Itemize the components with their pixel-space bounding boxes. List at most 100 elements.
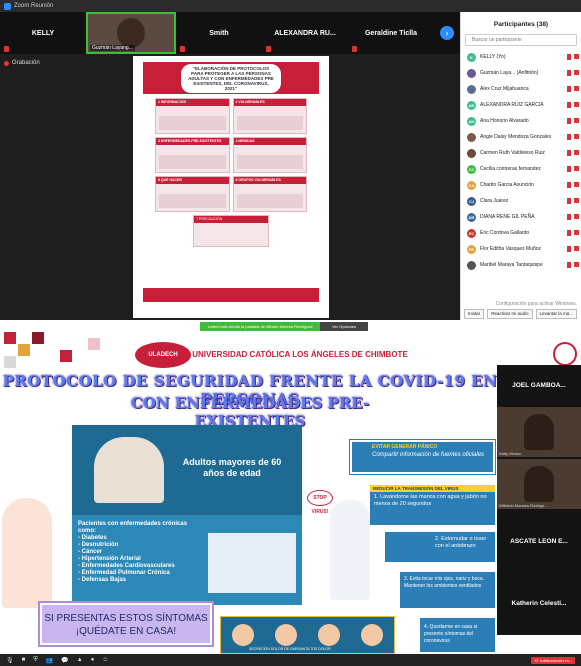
mic-muted-icon [567,214,571,220]
chat-icon[interactable]: 💬 [61,657,68,664]
older-adults-text: Adultos mayores de 60 años de edad [182,457,282,478]
participants-footer: Invitar Reactivar mi audio Levantar la m… [461,308,581,320]
participant-row[interactable]: AR ALEXANDRA RUIZ GARCIA [461,97,581,113]
participants-icon[interactable]: 👥 [46,657,53,664]
step-3-panel: 3. Evita tocar mis ojos, nariz y boca. M… [400,572,495,608]
shared-screen: ULADECH UNIVERSIDAD CATÓLICA LOS ÁNGELES… [0,320,581,666]
video-off-icon [574,150,579,155]
meeting-toolbar: 🎙 ■ ⛨ 👥 💬 ▲ ● ☺ 37 notificaciones m... [0,654,581,666]
participant-row[interactable]: CC Cecilia contreras fernandez [461,161,581,177]
video-tile[interactable]: JOEL GAMBOA... [497,365,581,405]
card-heading: 1 INFORMACIÓN [156,99,229,106]
video-tile[interactable]: Katty Mosso [497,407,581,457]
avoid-panic-heading: EVITAR GENERAR PÁNICO [372,444,438,450]
slide-title: "ELABORACIÓN DE PROTOCOLOS PARA PROTEGER… [181,63,281,93]
mic-muted-icon [567,182,571,188]
video-off-icon [574,262,579,267]
mic-icon[interactable]: 🎙 [6,657,14,664]
card-heading: 6 GRUPOS VULNERABLES [233,177,306,184]
card-heading: 2 VULNERABLES [233,99,306,106]
video-tile[interactable]: ASCATE LEON E... [497,511,581,571]
invite-button[interactable]: Invitar [464,309,485,319]
video-tile-active[interactable]: Guzmán Layang... [86,12,176,54]
video-tile[interactable]: Geraldine Ticlla [348,12,434,54]
video-off-icon [574,214,579,219]
card-image [236,155,303,169]
video-panel: JOEL GAMBOA... Katty Mosso Wilfredo Mora… [497,365,581,635]
participant-row[interactable]: Alex Cruz Mijahuanca [461,81,581,97]
participant-row[interactable]: Carmen Ruth Valdivieso Ruiz [461,145,581,161]
step-4-panel: 4. Quedarme en casa si presento síntomas… [420,618,495,652]
video-off-icon [574,102,579,107]
video-off-icon [574,182,579,187]
mic-muted-icon [4,46,9,52]
notifications-label[interactable]: 37 notificaciones m... [531,656,575,664]
camera-icon[interactable]: ■ [22,657,26,664]
participant-row[interactable]: FE Flor Editha Vasquez Muñoz [461,241,581,257]
mic-muted-icon [352,46,357,52]
video-off-icon [574,230,579,235]
slide-card: 2 VULNERABLES [232,98,307,134]
decor-square [32,332,44,344]
share-icon[interactable]: ▲ [77,657,83,664]
tile-name: Wilfredo Morales Rodrigu... [499,503,548,508]
elderly-couple-illustration [94,437,164,503]
card-image [236,116,303,130]
step-1-text: 1. Lavándome las manos con agua y jabón … [374,494,487,507]
video-tile[interactable]: Katherin Celesti... [497,573,581,633]
raise-hand-button[interactable]: Levantar la ma... [535,309,578,319]
tile-name: Guzmán Layang... [90,45,135,51]
participant-name: Guzmán Laya... (Anfitrión) [480,70,539,76]
avatar [467,132,476,142]
symptoms-line2: ¡QUÉDATE EN CASA! [75,626,177,637]
chronic-title: Pacientes con enfermedades crónicas como… [78,521,188,534]
participant-row[interactable]: DR DIANA RENE GIL PEÑA [461,209,581,225]
record-icon[interactable]: ● [91,657,95,664]
participant-name: KELLY (Yo) [480,54,506,60]
participant-name: Eric Cordova Gallardo [480,230,530,236]
chronic-item: - Diabetes [78,535,107,541]
participant-name: DIANA RENE GIL PEÑA [480,214,535,220]
video-tile[interactable]: ALEXANDRA RU... [262,12,348,54]
unmute-button[interactable]: Reactivar mi audio [487,309,533,319]
chronic-diseases-text: Pacientes con enfermedades crónicas como… [78,521,198,584]
tile-name: Katherin Celesti... [511,599,567,607]
face-icon [231,624,254,646]
reactions-icon[interactable]: ☺ [102,657,108,664]
face-icon [318,624,341,646]
chronic-item: - Desnutrición [78,542,119,548]
participant-row[interactable]: K KELLY (Yo) [461,49,581,65]
avatar: K [467,52,476,62]
avatar: EC [467,228,476,238]
participant-row[interactable]: Maribel Maraya Tantaquispe [461,257,581,273]
participant-row[interactable]: Guzmán Laya... (Anfitrión) [461,65,581,81]
participant-search-input[interactable]: Buscar un participante [465,34,577,46]
video-tile[interactable]: KELLY [0,12,86,54]
video-tile[interactable]: Wilfredo Morales Rodrigu... [497,459,581,509]
card-heading: 4 MEDIDAS [233,138,306,145]
video-off-icon [574,134,579,139]
recording-label: Grabación [12,60,40,66]
view-options-button[interactable]: Ver Opciones [320,322,369,331]
participant-row[interactable]: AH Ana Honorio Alvarado [461,113,581,129]
participant-row[interactable]: CJ Clara Juarez [461,193,581,209]
chronic-diseases-panel: Pacientes con enfermedades crónicas como… [72,515,302,605]
next-page-arrow-icon[interactable]: › [440,26,454,40]
avatar [467,84,476,94]
security-icon[interactable]: ⛨ [33,657,38,664]
mic-muted-icon [180,46,185,52]
participant-row[interactable]: Angie Daisy Mendoza Gonzales [461,129,581,145]
participant-row[interactable]: CA Charito Garcia Asunción [461,177,581,193]
avatar: CC [467,164,476,174]
participant-row[interactable]: EC Eric Cordova Gallardo [461,225,581,241]
chronic-item: - Hipertensión Arterial [78,556,141,562]
video-tile[interactable]: Smith [176,12,262,54]
participant-video [524,414,554,450]
symptom-labels: SECRECIÓN DOLOR DE GARGANTA TOS DOLOR [249,647,331,651]
mic-muted-icon [567,54,571,60]
step-4-text: 4. Quedarme en casa si presento síntomas… [424,624,478,644]
participant-name: Alex Cruz Mijahuanca [480,86,529,92]
slide-card: 3 ENFERMEDADES PRE-EXISTENTES [155,137,230,173]
decor-square [60,350,72,362]
participant-name: Cecilia contreras fernandez [480,166,541,172]
